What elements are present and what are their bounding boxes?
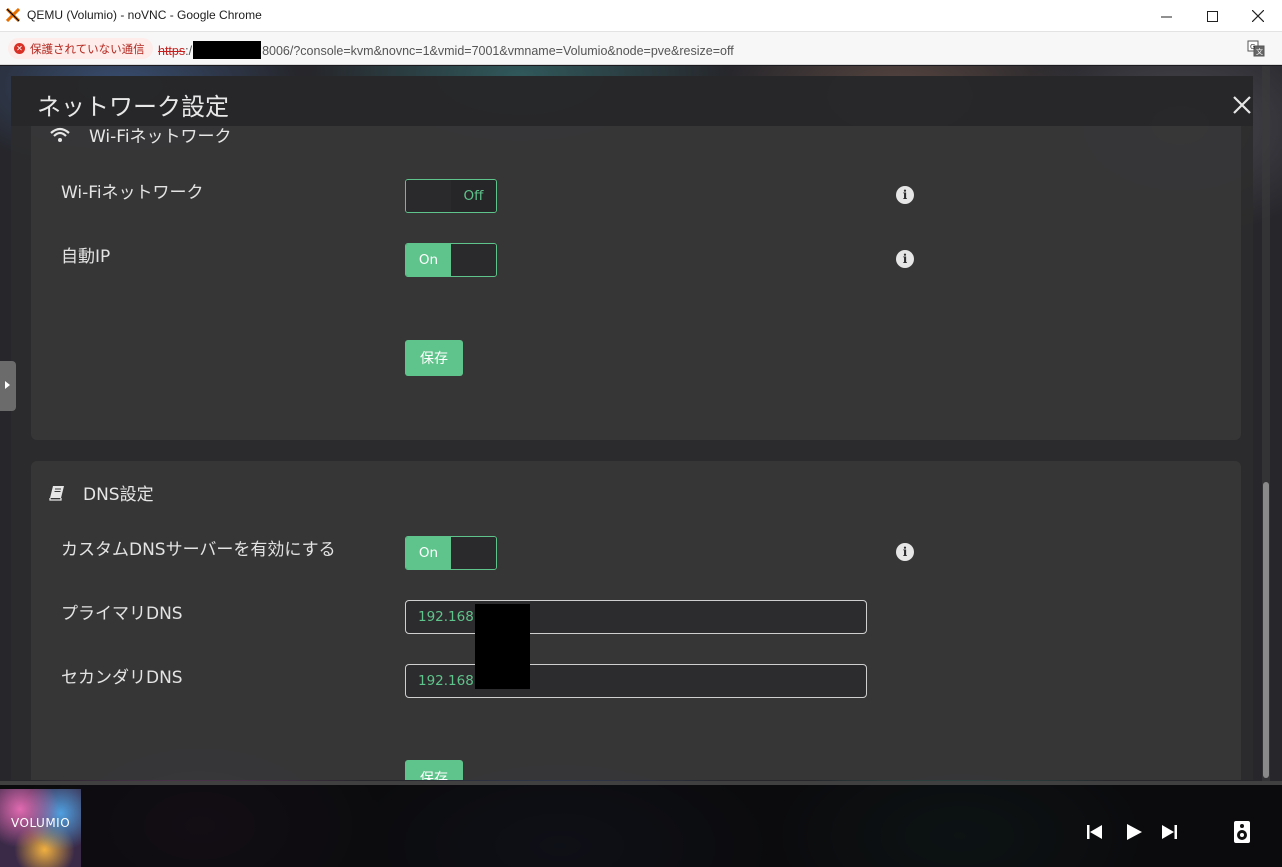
novnc-sidebar-handle[interactable] <box>0 361 16 411</box>
album-cover[interactable]: VOLUMIO <box>0 789 81 867</box>
browser-title-bar: QEMU (Volumio) - noVNC - Google Chrome <box>0 0 1282 32</box>
custom-dns-toggle[interactable]: On <box>405 536 497 570</box>
security-chip[interactable]: ✕ 保護されていない通信 <box>8 38 153 59</box>
scrollbar-thumb[interactable] <box>1263 482 1269 778</box>
security-label: 保護されていない通信 <box>30 41 145 56</box>
dns-card-header: DNS設定 <box>49 480 154 505</box>
toggle-state-text: On <box>406 537 451 569</box>
play-icon[interactable] <box>1124 822 1144 842</box>
primary-dns-label: プライマリDNS <box>61 604 183 624</box>
url-scheme: https <box>158 44 186 58</box>
vnc-viewport[interactable]: Wi-Fiネットワーク Wi-Fiネットワーク Off i 自動IP On i … <box>0 66 1282 867</box>
url-rest: 8006/?console=kvm&novnc=1&vmid=7001&vmna… <box>262 44 734 58</box>
minimize-button[interactable] <box>1143 0 1189 32</box>
info-icon[interactable]: i <box>896 186 914 204</box>
wifi-card: Wi-Fiネットワーク Wi-Fiネットワーク Off i 自動IP On i … <box>31 126 1241 440</box>
speaker-icon[interactable] <box>1233 820 1251 844</box>
svg-text:G: G <box>1250 43 1255 51</box>
maximize-icon <box>1206 10 1218 22</box>
wifi-icon <box>50 127 70 142</box>
network-settings-modal: Wi-Fiネットワーク Wi-Fiネットワーク Off i 自動IP On i … <box>11 76 1253 780</box>
wifi-network-label: Wi-Fiネットワーク <box>61 183 204 203</box>
auto-ip-label: 自動IP <box>61 247 111 267</box>
previous-track-icon[interactable] <box>1085 822 1105 842</box>
wifi-save-button[interactable]: 保存 <box>405 340 463 376</box>
dns-heading: DNS設定 <box>83 485 154 505</box>
translate-icon[interactable]: G 文 <box>1247 40 1265 57</box>
close-icon <box>1252 10 1264 22</box>
player-bar: VOLUMIO <box>0 781 1282 867</box>
toggle-state-text: Off <box>451 180 496 212</box>
cover-text: VOLUMIO <box>11 816 71 830</box>
dns-save-button[interactable]: 保存 <box>405 760 463 780</box>
secondary-dns-label: セカンダリDNS <box>61 668 183 688</box>
maximize-button[interactable] <box>1189 0 1235 32</box>
dns-card: DNS設定 カスタムDNSサーバーを有効にする On i プライマリDNS 19… <box>31 461 1241 780</box>
info-icon[interactable]: i <box>896 250 914 268</box>
url-field[interactable]: https:/ 8006/?console=kvm&novnc=1&vmid=70… <box>158 41 734 59</box>
redaction-box <box>475 604 530 689</box>
modal-body: Wi-Fiネットワーク Wi-Fiネットワーク Off i 自動IP On i … <box>11 126 1253 780</box>
book-icon <box>49 485 64 501</box>
custom-dns-label: カスタムDNSサーバーを有効にする <box>61 540 336 560</box>
svg-text:文: 文 <box>1256 47 1263 56</box>
next-track-icon[interactable] <box>1159 822 1179 842</box>
info-icon[interactable]: i <box>896 543 914 561</box>
warning-icon: ✕ <box>14 43 25 54</box>
wifi-card-header: Wi-Fiネットワーク <box>49 126 232 147</box>
address-bar: ✕ 保護されていない通信 https:/ 8006/?console=kvm&no… <box>0 32 1282 65</box>
toggle-state-text: On <box>406 244 451 276</box>
wifi-heading: Wi-Fiネットワーク <box>89 127 232 147</box>
window-title: QEMU (Volumio) - noVNC - Google Chrome <box>27 8 262 22</box>
modal-close-icon[interactable] <box>1232 95 1252 115</box>
redacted-host <box>193 41 262 59</box>
modal-scrollbar[interactable] <box>1262 66 1270 782</box>
window-close-button[interactable] <box>1235 0 1281 32</box>
modal-title: ネットワーク設定 <box>37 93 229 121</box>
url-separator: :/ <box>185 44 193 58</box>
modal-header: ネットワーク設定 <box>11 76 1253 126</box>
minimize-icon <box>1160 16 1172 17</box>
wifi-network-toggle[interactable]: Off <box>405 179 497 213</box>
auto-ip-toggle[interactable]: On <box>405 243 497 277</box>
expand-arrow-icon <box>5 381 10 389</box>
proxmox-app-icon <box>6 8 20 22</box>
